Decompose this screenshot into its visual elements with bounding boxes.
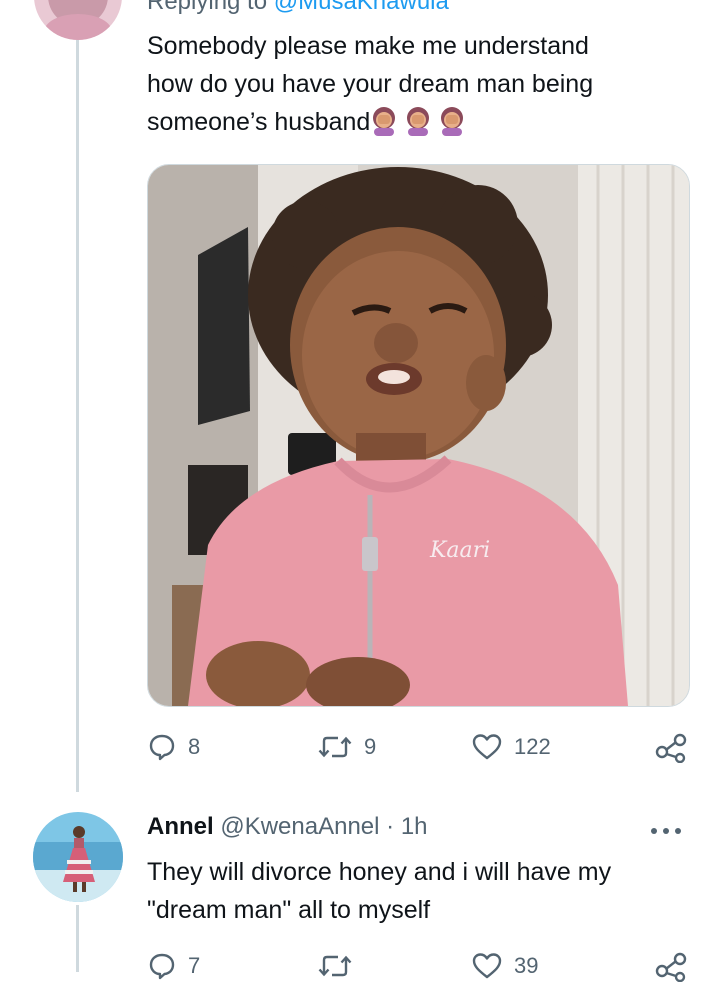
- replying-to-prefix: Replying to: [147, 0, 268, 15]
- tweet-text-line: someone’s husband: [147, 103, 593, 147]
- reply-icon: [149, 734, 175, 761]
- author-name[interactable]: Annel: [147, 813, 214, 840]
- replying-to-handle[interactable]: @MusaKhawula: [274, 0, 449, 15]
- thread-line-bottom: [76, 905, 79, 972]
- reply-count: 7: [188, 953, 201, 978]
- retweet-icon: [318, 736, 352, 758]
- face-palm-emoji-group: [370, 104, 466, 147]
- tweet-image[interactable]: Kaari: [147, 164, 690, 707]
- retweet-button[interactable]: 9: [318, 733, 376, 761]
- thread-line-top: [76, 40, 79, 792]
- share-icon: [655, 952, 687, 982]
- more-icon[interactable]: [650, 815, 682, 843]
- tweet-text: Somebody please make me understand how d…: [147, 27, 593, 147]
- avatar[interactable]: [34, 0, 122, 40]
- retweet-button[interactable]: [318, 952, 352, 980]
- reply-button[interactable]: 8: [148, 733, 200, 761]
- face-palm-emoji: [373, 107, 464, 136]
- tweet-text-line: how do you have your dream man being: [147, 70, 594, 98]
- share-icon: [655, 733, 687, 763]
- tweet-text-line: Somebody please make me understand: [147, 32, 589, 60]
- reply-count: 8: [188, 734, 201, 759]
- avatar[interactable]: [33, 812, 123, 902]
- like-count: 122: [514, 734, 551, 759]
- author-handle[interactable]: @KwenaAnnel: [220, 813, 379, 840]
- separator-dot: ·: [386, 813, 395, 840]
- reply-text-line: "dream man" all to myself: [147, 896, 431, 924]
- reply-button[interactable]: 7: [148, 952, 200, 980]
- heart-icon: [472, 953, 502, 979]
- retweet-count: 9: [364, 734, 377, 759]
- tweet-text-line-end: someone’s husband: [147, 108, 371, 136]
- like-button[interactable]: 39: [472, 952, 538, 980]
- replying-to: Replying to @MusaKhawula: [147, 0, 449, 16]
- like-button[interactable]: 122: [472, 733, 551, 761]
- timestamp[interactable]: 1h: [401, 813, 428, 840]
- share-button[interactable]: [655, 733, 687, 763]
- hoodie-logo: Kaari: [429, 538, 490, 563]
- reply-text-line: They will divorce honey and i will have …: [147, 858, 612, 886]
- retweet-icon: [318, 955, 352, 977]
- reply-icon: [149, 953, 175, 980]
- share-button[interactable]: [655, 952, 687, 982]
- heart-icon: [472, 734, 502, 760]
- reply-text: They will divorce honey and i will have …: [147, 853, 611, 929]
- reply-author: Annel @KwenaAnnel · 1h: [147, 813, 428, 841]
- like-count: 39: [514, 953, 539, 978]
